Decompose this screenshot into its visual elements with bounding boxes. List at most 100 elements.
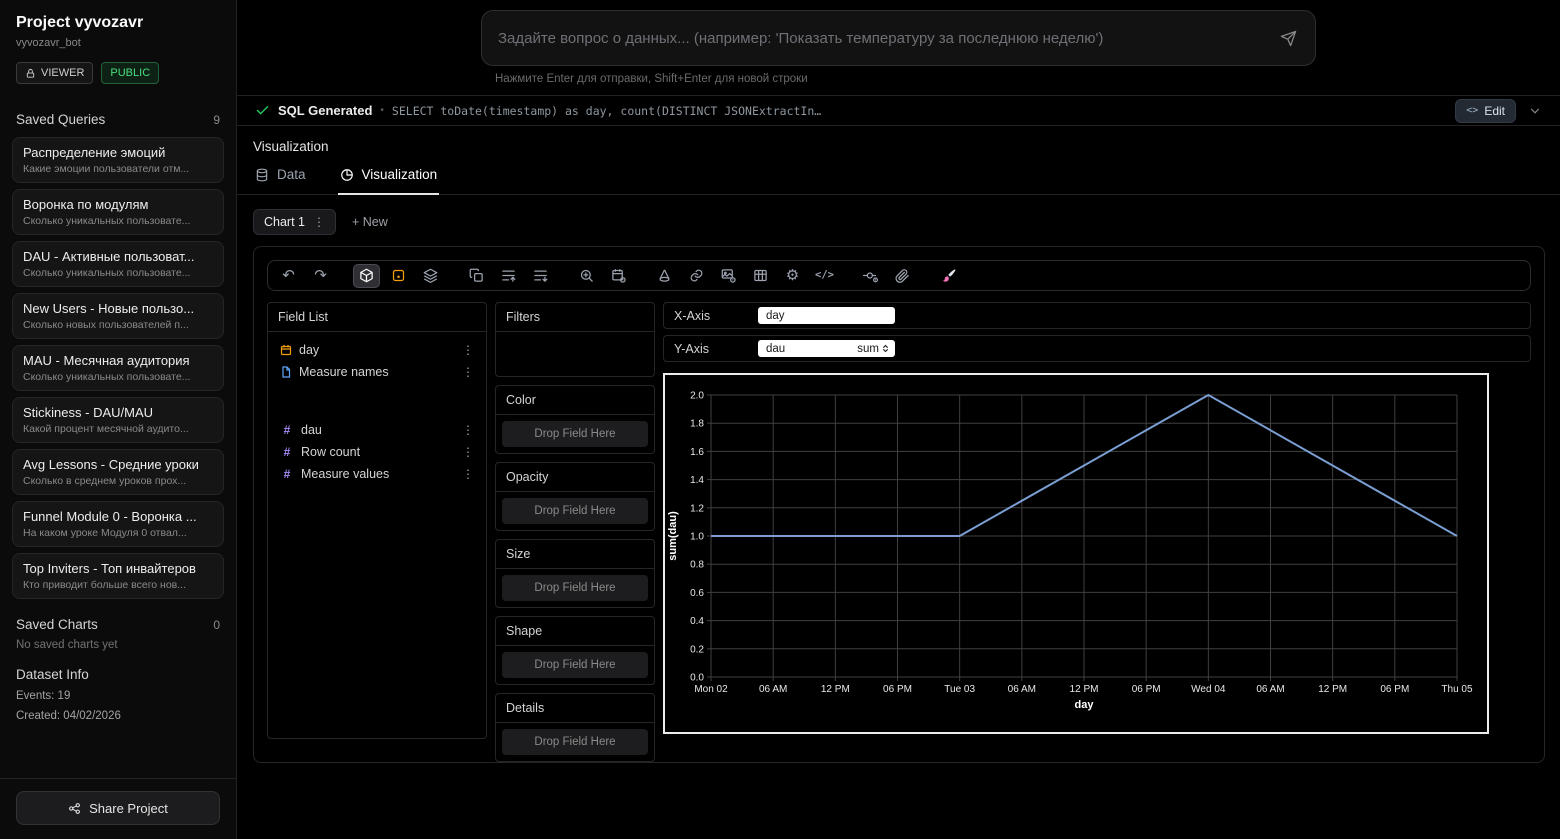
edit-sql-button[interactable]: <> Edit xyxy=(1455,99,1516,123)
insert-row-above-icon[interactable] xyxy=(495,264,522,288)
send-button[interactable] xyxy=(1271,21,1305,55)
cone-icon[interactable] xyxy=(651,264,678,288)
main-area: Нажмите Enter для отправки, Shift+Enter … xyxy=(237,0,1560,839)
tab-data-label: Data xyxy=(277,167,306,182)
svg-text:Wed 04: Wed 04 xyxy=(1191,684,1226,695)
zoom-in-icon[interactable] xyxy=(573,264,600,288)
svg-text:0.6: 0.6 xyxy=(690,588,704,599)
link-icon[interactable] xyxy=(683,264,710,288)
field-menu-icon[interactable]: ⋮ xyxy=(462,343,474,357)
saved-query-title: MAU - Месячная аудитория xyxy=(23,353,213,368)
sql-generated-bar: SQL Generated • SELECT toDate(timestamp)… xyxy=(237,95,1560,126)
new-chart-button[interactable]: + New xyxy=(352,215,388,229)
svg-text:0.8: 0.8 xyxy=(690,560,704,571)
details-title: Details xyxy=(496,694,654,723)
field-item-measure-names[interactable]: Measure names ⋮ xyxy=(274,361,480,383)
saved-queries-title: Saved Queries xyxy=(16,112,105,127)
details-drop-zone[interactable]: Drop Field Here xyxy=(502,729,648,755)
svg-text:0.4: 0.4 xyxy=(690,616,704,627)
field-item-day[interactable]: day ⋮ xyxy=(274,339,480,361)
saved-query-item[interactable]: Stickiness - DAU/MAU Какой процент месяч… xyxy=(12,397,224,443)
field-menu-icon[interactable]: ⋮ xyxy=(462,423,474,437)
saved-query-item[interactable]: Распределение эмоций Какие эмоции пользо… xyxy=(12,137,224,183)
shape-drop-zone[interactable]: Drop Field Here xyxy=(502,652,648,678)
saved-query-item[interactable]: Top Inviters - Топ инвайтеров Кто привод… xyxy=(12,553,224,599)
filters-drop-area[interactable] xyxy=(496,332,654,376)
public-badge-label: PUBLIC xyxy=(110,67,150,79)
code-icon[interactable]: </> xyxy=(811,264,838,288)
saved-query-subtitle: На каком уроке Модуля 0 отвал... xyxy=(23,527,213,539)
line-chart: Mon 0206 AM12 PM06 PMTue 0306 AM12 PM06 … xyxy=(665,375,1487,732)
saved-query-title: DAU - Активные пользоват... xyxy=(23,249,213,264)
y-axis-agg-select[interactable]: sum xyxy=(857,343,890,355)
share-project-button[interactable]: Share Project xyxy=(16,791,220,825)
field-item-dau[interactable]: # dau ⋮ xyxy=(274,419,480,441)
paperclip-icon[interactable] xyxy=(889,264,916,288)
field-item-measure-values[interactable]: # Measure values ⋮ xyxy=(274,463,480,485)
saved-query-title: Распределение эмоций xyxy=(23,145,213,160)
y-axis-field-pill[interactable]: dau sum xyxy=(758,340,895,357)
annotation-icon[interactable] xyxy=(385,264,412,288)
dataset-created: Created: 04/02/2026 xyxy=(0,702,236,722)
saved-query-subtitle: Сколько уникальных пользовате... xyxy=(23,215,213,227)
svg-text:1.0: 1.0 xyxy=(690,532,704,543)
saved-query-item[interactable]: DAU - Активные пользоват... Сколько уник… xyxy=(12,241,224,287)
saved-queries-list: Распределение эмоций Какие эмоции пользо… xyxy=(0,127,236,599)
color-drop-zone[interactable]: Drop Field Here xyxy=(502,421,648,447)
undo-icon[interactable]: ↶ xyxy=(275,264,302,288)
question-input[interactable] xyxy=(498,30,1271,47)
svg-text:0.0: 0.0 xyxy=(690,673,704,684)
color-title: Color xyxy=(496,386,654,415)
color-panel: Color Drop Field Here xyxy=(495,385,655,454)
x-axis-field-name: day xyxy=(766,310,785,322)
field-list-panel: Field List day ⋮ Measure names ⋮ xyxy=(267,302,487,739)
cube-icon[interactable] xyxy=(353,264,380,288)
crosshair-settings-icon[interactable] xyxy=(857,264,884,288)
x-axis-field-pill[interactable]: day xyxy=(758,307,895,324)
image-settings-icon[interactable] xyxy=(715,264,742,288)
field-menu-icon[interactable]: ⋮ xyxy=(462,445,474,459)
chart-tabs-row: Chart 1 ⋮ + New xyxy=(237,195,1560,246)
chart-tab-menu-icon[interactable]: ⋮ xyxy=(313,215,325,229)
saved-query-item[interactable]: Avg Lessons - Средние уроки Сколько в ср… xyxy=(12,449,224,495)
x-axis-row: X-Axis day xyxy=(663,302,1531,329)
lock-icon xyxy=(25,68,36,79)
opacity-drop-zone[interactable]: Drop Field Here xyxy=(502,498,648,524)
field-item-row-count[interactable]: # Row count ⋮ xyxy=(274,441,480,463)
saved-query-item[interactable]: MAU - Месячная аудитория Сколько уникаль… xyxy=(12,345,224,391)
code-icon: <> xyxy=(1466,105,1478,116)
field-menu-icon[interactable]: ⋮ xyxy=(462,365,474,379)
brush-icon[interactable] xyxy=(935,264,962,288)
layers-icon[interactable] xyxy=(417,264,444,288)
size-drop-zone[interactable]: Drop Field Here xyxy=(502,575,648,601)
redo-icon[interactable]: ↷ xyxy=(307,264,334,288)
saved-query-item[interactable]: Воронка по модулям Сколько уникальных по… xyxy=(12,189,224,235)
app-window: Project vyvozavr vyvozavr_bot VIEWER PUB… xyxy=(0,0,1560,839)
duplicate-icon[interactable] xyxy=(463,264,490,288)
chevron-down-icon xyxy=(1528,104,1542,118)
saved-query-subtitle: Сколько уникальных пользовате... xyxy=(23,371,213,383)
chart-editor-panel: ↶ ↷ ⚙ </> xyxy=(253,246,1545,763)
chart-tab-1[interactable]: Chart 1 ⋮ xyxy=(253,209,336,235)
saved-query-item[interactable]: Funnel Module 0 - Воронка ... На каком у… xyxy=(12,501,224,547)
tab-data[interactable]: Data xyxy=(253,165,308,195)
tab-visualization[interactable]: Visualization xyxy=(338,165,440,195)
check-icon xyxy=(255,103,270,118)
size-panel: Size Drop Field Here xyxy=(495,539,655,608)
tab-visualization-label: Visualization xyxy=(362,167,438,182)
opacity-panel: Opacity Drop Field Here xyxy=(495,462,655,531)
sidebar: Project vyvozavr vyvozavr_bot VIEWER PUB… xyxy=(0,0,237,839)
insert-row-below-icon[interactable] xyxy=(527,264,554,288)
field-menu-icon[interactable]: ⋮ xyxy=(462,467,474,481)
field-item-label: day xyxy=(299,343,319,357)
sidebar-footer: Share Project xyxy=(0,778,236,839)
svg-text:06 AM: 06 AM xyxy=(1008,684,1036,695)
calendar-settings-icon[interactable] xyxy=(605,264,632,288)
saved-query-title: Top Inviters - Топ инвайтеров xyxy=(23,561,213,576)
settings-icon[interactable]: ⚙ xyxy=(779,264,806,288)
table-icon[interactable] xyxy=(747,264,774,288)
collapse-sql-button[interactable] xyxy=(1524,100,1546,122)
project-subtitle: vyvozavr_bot xyxy=(16,37,220,49)
saved-query-item[interactable]: New Users - Новые пользо... Сколько новы… xyxy=(12,293,224,339)
svg-text:12 PM: 12 PM xyxy=(821,684,850,695)
